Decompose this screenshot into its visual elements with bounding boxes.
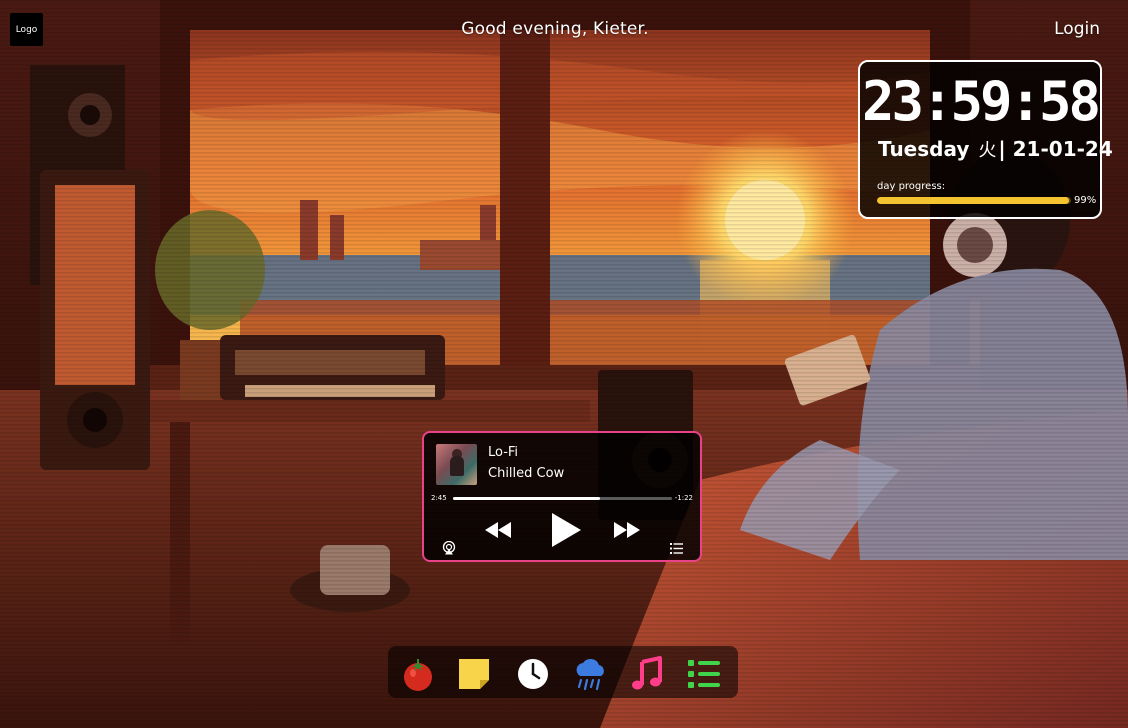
- date: 21-01-24: [1012, 137, 1113, 161]
- time-elapsed: 2:45: [431, 494, 447, 502]
- pomodoro-app-button[interactable]: [400, 656, 436, 692]
- tomato-icon: [404, 659, 432, 691]
- play-icon: [552, 513, 581, 547]
- weather-app-button[interactable]: [572, 656, 608, 692]
- rewind-button[interactable]: [484, 521, 512, 539]
- rewind-icon: [485, 522, 511, 538]
- fast-forward-icon: [614, 522, 640, 538]
- login-link[interactable]: Login: [1054, 19, 1100, 39]
- track-title: Lo-Fi: [488, 445, 519, 460]
- fast-forward-button[interactable]: [613, 521, 641, 539]
- clock-widget: 23:59:58 Tuesday 火 | 21-01-24 day progres…: [858, 60, 1113, 219]
- day-progress-fill: [877, 197, 1070, 204]
- music-note-icon: [632, 656, 662, 690]
- day-progress-percent: 99%: [1074, 195, 1097, 206]
- clock-icon: [518, 659, 548, 689]
- seek-bar-fill: [453, 497, 600, 500]
- clock-app-button[interactable]: [515, 656, 551, 692]
- weekday-kanji: 火: [978, 140, 997, 161]
- rain-cloud-icon: [576, 658, 604, 691]
- album-art: [436, 444, 477, 485]
- time-remaining: -1:22: [674, 494, 693, 502]
- music-app-button[interactable]: [629, 656, 665, 692]
- seek-bar[interactable]: [453, 497, 672, 500]
- app-dock: [388, 646, 738, 698]
- weekday: Tuesday: [878, 137, 970, 161]
- sticky-note-icon: [459, 659, 489, 689]
- sticky-notes-app-button[interactable]: [456, 656, 492, 692]
- todo-app-button[interactable]: [686, 656, 722, 692]
- date-separator: |: [998, 137, 1006, 161]
- track-artist: Chilled Cow: [488, 466, 565, 481]
- playlist-button[interactable]: [670, 543, 683, 554]
- day-progress-bar: [877, 197, 1071, 204]
- checklist-icon: [688, 660, 720, 688]
- greeting-text: Good evening, Kieter.: [461, 19, 649, 39]
- airplay-icon: [442, 541, 456, 555]
- clock-time: 23:59:58: [861, 70, 1101, 133]
- airplay-button[interactable]: [442, 541, 456, 555]
- playlist-icon: [670, 543, 683, 554]
- day-progress-label: day progress:: [877, 181, 946, 192]
- music-player: Lo-Fi Chilled Cow 2:45 -1:22: [422, 431, 702, 562]
- clock-date-line: Tuesday 火 | 21-01-24: [878, 136, 1113, 162]
- play-button[interactable]: [550, 512, 582, 548]
